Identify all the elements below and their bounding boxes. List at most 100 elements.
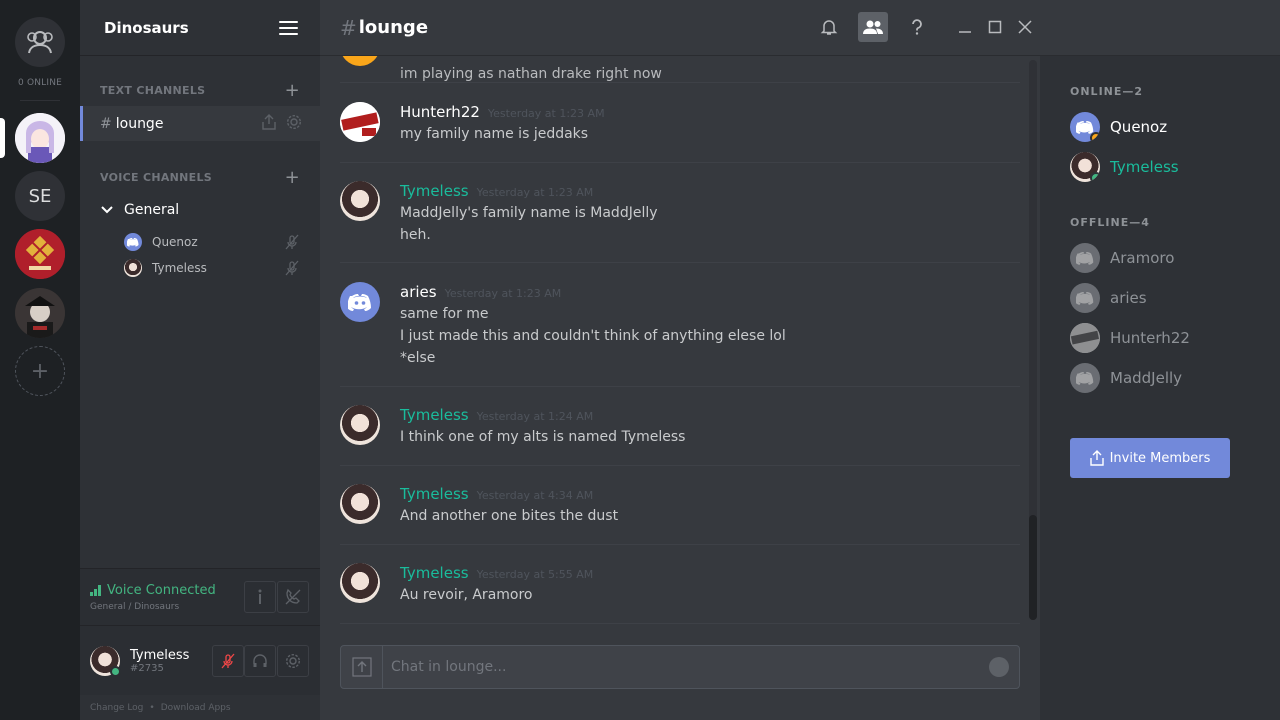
upload-icon: [351, 657, 372, 677]
message-author[interactable]: Tymeless Yesterday at 5:55 AM: [400, 564, 593, 582]
guild-icon-anime-server[interactable]: [15, 113, 65, 163]
disconnect-phone-icon: [285, 588, 301, 605]
message-scrollbar[interactable]: [1029, 60, 1037, 620]
message-timestamp: Yesterday at 4:34 AM: [476, 489, 594, 502]
chat-header: # lounge: [320, 0, 1280, 56]
mic-muted-icon[interactable]: [284, 260, 300, 276]
offline-header: OFFLINE—4: [1070, 216, 1150, 229]
message-timestamp: Yesterday at 5:55 AM: [476, 568, 594, 581]
avatar: [1070, 112, 1100, 142]
member-hunterh22[interactable]: Hunterh22: [1070, 323, 1270, 353]
channel-title: lounge: [358, 17, 429, 38]
author-name[interactable]: Tymeless: [400, 485, 469, 503]
maximize-button[interactable]: [980, 12, 1010, 42]
online-status-dot: [110, 666, 121, 677]
guild-divider: [20, 100, 60, 101]
message-author[interactable]: Tymeless Yesterday at 1:23 AM: [400, 182, 593, 200]
guild-icon-crest-server[interactable]: [15, 229, 65, 279]
member-quenoz[interactable]: Quenoz: [1070, 112, 1270, 142]
message-composer: [340, 645, 1020, 689]
invite-members-button[interactable]: Invite Members: [1070, 438, 1230, 478]
invite-label: Invite Members: [1109, 450, 1211, 466]
minimize-button[interactable]: [950, 12, 980, 42]
message-list: im playing as nathan drake right now Hun…: [340, 56, 1020, 626]
notifications-button[interactable]: [814, 12, 844, 42]
member-aries[interactable]: aries: [1070, 283, 1270, 313]
dark-avatar-icon: [15, 288, 65, 338]
author-name[interactable]: Tymeless: [400, 564, 469, 582]
scrollbar-thumb[interactable]: [1029, 515, 1037, 620]
message-line: I think one of my alts is named Tymeless: [400, 429, 686, 445]
guild-icon-dark-server[interactable]: [15, 288, 65, 338]
message-line: MaddJelly's family name is MaddJelly: [400, 205, 658, 221]
voice-info-button[interactable]: [244, 581, 276, 613]
deafen-button[interactable]: [244, 645, 276, 677]
add-voice-channel-icon[interactable]: +: [285, 167, 300, 188]
channel-lounge[interactable]: # lounge: [80, 106, 320, 141]
voice-status-sub: General / Dinosaurs: [90, 602, 180, 612]
add-guild-button[interactable]: +: [15, 346, 65, 396]
message-author[interactable]: Tymeless Yesterday at 4:34 AM: [400, 485, 593, 503]
message-author[interactable]: Tymeless Yesterday at 1:24 AM: [400, 406, 593, 424]
author-name[interactable]: aries: [400, 283, 437, 301]
menu-icon[interactable]: [279, 20, 298, 35]
message-line: same for me: [400, 306, 489, 322]
member-aramoro[interactable]: Aramoro: [1070, 243, 1270, 273]
gear-icon[interactable]: [286, 114, 302, 130]
author-name[interactable]: Hunterh22: [400, 103, 480, 121]
invite-icon[interactable]: [262, 114, 276, 130]
member-list-toggle[interactable]: [858, 12, 888, 42]
help-button[interactable]: [902, 12, 932, 42]
avatar: [124, 233, 142, 251]
member-tymeless[interactable]: Tymeless: [1070, 152, 1270, 182]
message-timestamp: Yesterday at 1:23 AM: [476, 186, 594, 199]
avatar[interactable]: [340, 563, 380, 603]
voice-channel-general[interactable]: General: [100, 200, 310, 220]
voice-user-tymeless[interactable]: Tymeless: [124, 258, 314, 278]
disconnect-button[interactable]: [277, 581, 309, 613]
message-line: I just made this and couldn't think of a…: [400, 328, 786, 344]
upload-button[interactable]: [341, 646, 383, 688]
mic-muted-icon[interactable]: [284, 234, 300, 250]
friends-icon: [27, 31, 53, 54]
voice-status-label: Voice Connected: [107, 583, 216, 598]
chat-area: # lounge im playing as nathan drake righ…: [320, 0, 1280, 720]
user-settings-button[interactable]: [277, 645, 309, 677]
member-name: Quenoz: [1110, 118, 1168, 136]
close-button[interactable]: [1010, 12, 1040, 42]
member-maddjelly[interactable]: MaddJelly: [1070, 363, 1270, 393]
message-author[interactable]: Hunterh22 Yesterday at 1:23 AM: [400, 103, 605, 121]
avatar: [1070, 283, 1100, 313]
avatar[interactable]: [340, 405, 380, 445]
guild-rail: 0 ONLINE SE +: [0, 0, 80, 720]
voice-channel-name: General: [124, 202, 180, 218]
voice-user-quenoz[interactable]: Quenoz: [124, 232, 314, 252]
avatar[interactable]: [340, 56, 380, 66]
hooray-avatar-icon: [340, 102, 380, 142]
text-channels-category[interactable]: TEXT CHANNELS +: [100, 80, 300, 101]
avatar[interactable]: [340, 102, 380, 142]
online-count: 0 ONLINE: [17, 78, 63, 88]
discord-logo-icon: [1076, 121, 1094, 134]
crest-icon: [15, 229, 65, 279]
changelog-link[interactable]: Change Log: [90, 703, 143, 713]
avatar[interactable]: [340, 282, 380, 322]
avatar: [1070, 152, 1100, 182]
guild-name: Dinosaurs: [104, 18, 189, 37]
author-name[interactable]: Tymeless: [400, 406, 469, 424]
author-name[interactable]: Tymeless: [400, 182, 469, 200]
add-text-channel-icon[interactable]: +: [285, 80, 300, 101]
guild-header[interactable]: Dinosaurs: [80, 0, 320, 56]
avatar[interactable]: [340, 181, 380, 221]
voice-channels-category[interactable]: VOICE CHANNELS +: [100, 167, 300, 188]
emoji-picker-icon[interactable]: [989, 657, 1009, 677]
guild-icon-se-server[interactable]: SE: [15, 171, 65, 221]
mute-button[interactable]: [212, 645, 244, 677]
message-input[interactable]: [391, 656, 971, 678]
sidebar-footer: Change Log • Download Apps: [80, 695, 320, 720]
message-author[interactable]: aries Yesterday at 1:23 AM: [400, 283, 561, 301]
avatar[interactable]: [340, 484, 380, 524]
download-apps-link[interactable]: Download Apps: [161, 703, 231, 713]
message-timestamp: Yesterday at 1:24 AM: [476, 410, 594, 423]
friends-button[interactable]: [15, 17, 65, 67]
